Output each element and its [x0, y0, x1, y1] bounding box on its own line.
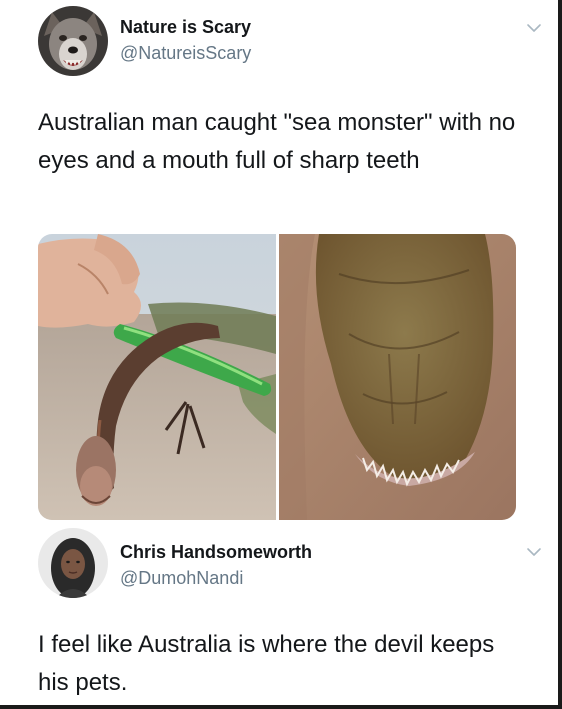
user-handle[interactable]: @NatureisScary [120, 43, 251, 64]
tweet-text: Australian man caught "sea monster" with… [38, 109, 516, 174]
tweet2-header: Chris Handsomeworth @DumohNandi [38, 528, 548, 598]
eel-head-closeup-photo-icon[interactable] [279, 234, 516, 520]
display-name[interactable]: Nature is Scary [120, 17, 251, 38]
chevron-down-icon[interactable] [526, 544, 542, 560]
chevron-down-icon[interactable] [526, 20, 542, 36]
tweet1-header: Nature is Scary @NatureisScary [38, 6, 548, 76]
screenshot-page: Nature is Scary @NatureisScary Australia… [0, 0, 562, 709]
avatar[interactable] [38, 528, 108, 598]
wolf-avatar-icon [38, 6, 108, 76]
tweet-text: I feel like Australia is where the devil… [38, 631, 495, 696]
image-border [558, 0, 562, 709]
eel-held-with-lure-photo-icon[interactable] [38, 234, 276, 520]
image-border [0, 705, 562, 709]
display-name[interactable]: Chris Handsomeworth [120, 542, 312, 563]
person-avatar-icon [38, 528, 108, 598]
user-handle[interactable]: @DumohNandi [120, 568, 243, 589]
tweet-photo-grid[interactable] [38, 234, 516, 520]
avatar[interactable] [38, 6, 108, 76]
